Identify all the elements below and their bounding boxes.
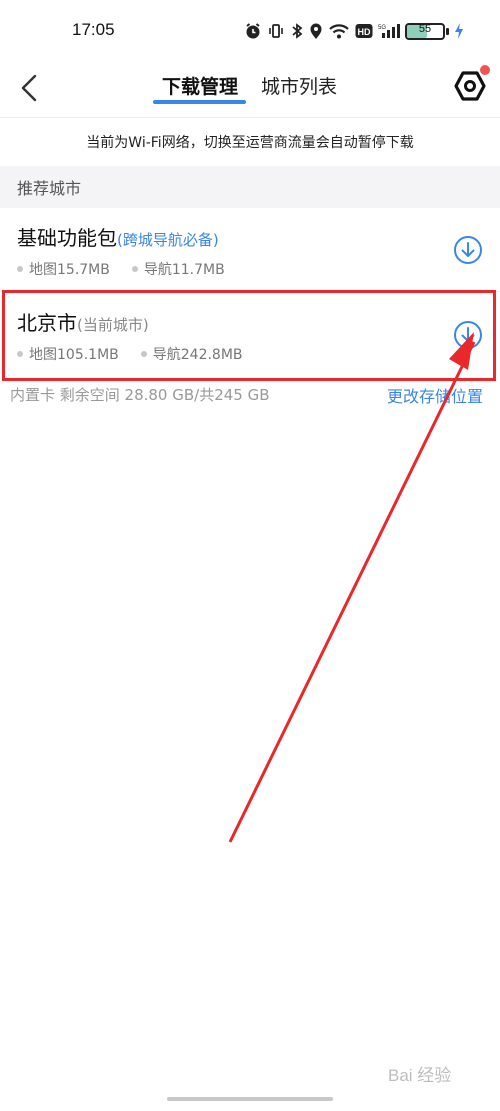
download-button[interactable] xyxy=(452,319,484,351)
map-size: 地图15.7MB xyxy=(29,262,110,278)
wifi-icon xyxy=(328,20,350,42)
bullet-icon xyxy=(17,351,23,357)
section-title: 推荐城市 xyxy=(0,166,500,208)
chevron-left-icon xyxy=(21,74,37,102)
status-icons: HD 5G 55 xyxy=(244,18,464,44)
active-tab-indicator xyxy=(153,100,246,104)
status-time: 17:05 xyxy=(72,20,115,39)
city-meta: 地图15.7MB 导航11.7MB xyxy=(17,259,225,279)
battery-icon: 55 xyxy=(405,20,449,42)
cellular-icon: 5G xyxy=(378,20,400,42)
storage-row: 内置卡 剩余空间 28.80 GB/共245 GB 更改存储位置 xyxy=(0,378,500,410)
bullet-icon xyxy=(17,266,23,272)
svg-text:HD: HD xyxy=(358,27,371,37)
nav-size: 导航11.7MB xyxy=(143,262,225,278)
network-notice: 当前为Wi-Fi网络，切换至运营商流量会自动暂停下载 xyxy=(86,135,414,151)
charging-icon xyxy=(454,20,464,42)
tab-download-management[interactable]: 下载管理 xyxy=(162,72,238,99)
map-size: 地图105.1MB xyxy=(29,347,119,363)
notification-dot xyxy=(480,65,490,75)
location-icon xyxy=(309,20,323,42)
battery-level: 55 xyxy=(418,22,432,35)
bullet-icon xyxy=(131,266,138,272)
svg-text:5G: 5G xyxy=(378,25,386,31)
watermark: Bai 经验 xyxy=(388,1066,452,1085)
city-name: 北京市 xyxy=(17,311,77,335)
city-name-wrap: 基础功能包(跨城导航必备) xyxy=(17,222,219,251)
download-button[interactable] xyxy=(452,234,484,266)
bluetooth-icon xyxy=(290,20,304,42)
list-item[interactable]: 北京市(当前城市) 地图105.1MB 导航242.8MB xyxy=(0,293,500,377)
alarm-icon xyxy=(244,20,262,42)
city-meta: 地图105.1MB 导航242.8MB xyxy=(17,344,243,364)
tab-city-list[interactable]: 城市列表 xyxy=(261,72,337,99)
list-item[interactable]: 基础功能包(跨城导航必备) 地图15.7MB 导航11.7MB xyxy=(0,208,500,292)
hd-icon: HD xyxy=(355,20,373,42)
back-button[interactable] xyxy=(14,68,44,108)
city-note: (跨城导航必备) xyxy=(117,231,219,249)
header: 下载管理 城市列表 xyxy=(0,62,500,118)
city-name: 基础功能包 xyxy=(17,226,117,250)
storage-info: 内置卡 剩余空间 28.80 GB/共245 GB xyxy=(10,386,270,404)
city-name-wrap: 北京市(当前城市) xyxy=(17,307,149,336)
nav-size: 导航242.8MB xyxy=(152,347,243,363)
download-icon xyxy=(454,236,482,264)
status-bar: 17:05 HD 5G 55 xyxy=(0,0,500,62)
download-icon xyxy=(454,321,482,349)
vibrate-icon xyxy=(267,20,285,42)
city-note: (当前城市) xyxy=(77,316,149,334)
change-storage-link[interactable]: 更改存储位置 xyxy=(387,383,483,407)
bullet-icon xyxy=(140,351,147,357)
home-indicator[interactable] xyxy=(167,1097,333,1101)
